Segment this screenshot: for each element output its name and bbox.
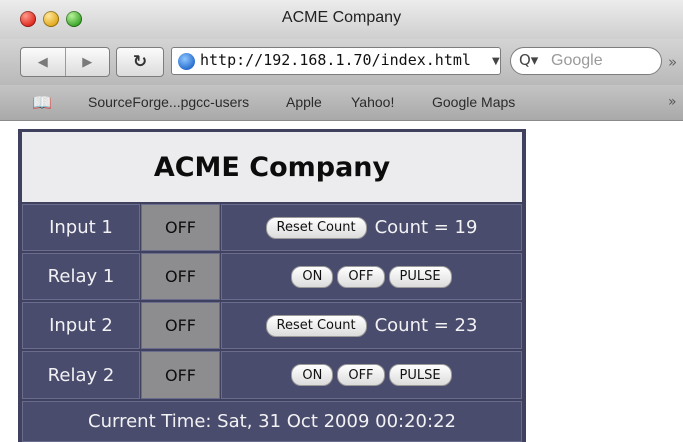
browser-toolbar: ◀ ▶ ↻ http://192.168.1.70/index.html ▼ Q…	[0, 39, 683, 85]
input-2-state: OFF	[141, 302, 220, 349]
input-2-label: Input 2	[22, 302, 140, 349]
input-1-label: Input 1	[22, 204, 140, 251]
reload-button[interactable]: ↻	[116, 47, 164, 77]
relay-2-pulse-button[interactable]: PULSE	[388, 364, 452, 386]
relay-2-off-button[interactable]: OFF	[337, 364, 385, 386]
input-1-count: Count = 19	[374, 217, 478, 238]
reset-count-button[interactable]: Reset Count	[265, 216, 367, 239]
window-titlebar: ACME Company	[0, 0, 683, 39]
bookmark-google-maps[interactable]: Google Maps	[432, 94, 515, 110]
bookmarks-bar: 📖 SourceForge...pgcc-users Apple Yahoo! …	[0, 85, 683, 121]
search-icon: Q▾	[519, 51, 539, 69]
reset-count-button[interactable]: Reset Count	[265, 314, 367, 337]
bookmark-yahoo[interactable]: Yahoo!	[351, 94, 394, 110]
relay-2-on-button[interactable]: ON	[291, 364, 334, 386]
relay-2-state: OFF	[141, 351, 220, 399]
back-arrow-icon: ◀	[37, 54, 48, 70]
relay-1-label: Relay 1	[22, 253, 140, 300]
input-2-count: Count = 23	[374, 315, 478, 336]
page-title: ACME Company	[22, 132, 522, 202]
back-button[interactable]: ◀	[21, 48, 65, 76]
input-1-state: OFF	[141, 204, 220, 251]
bookmarks-book-icon[interactable]: 📖	[32, 93, 52, 112]
search-placeholder: Google	[551, 52, 603, 69]
relay-2-label: Relay 2	[22, 351, 140, 399]
search-input[interactable]: Q▾ Google	[510, 47, 662, 75]
input-2-actions: Reset Count Count = 23	[221, 302, 522, 349]
bookmarks-overflow-icon[interactable]: »	[668, 94, 677, 110]
reload-icon: ↻	[132, 52, 148, 72]
relay-1-pulse-button[interactable]: PULSE	[388, 265, 452, 288]
history-nav: ◀ ▶	[20, 47, 110, 77]
input-1-actions: Reset Count Count = 19	[221, 204, 522, 251]
forward-button[interactable]: ▶	[64, 48, 110, 76]
forward-arrow-icon: ▶	[82, 54, 93, 70]
relay-1-actions: ON OFF PULSE	[221, 253, 522, 300]
toolbar-overflow-icon[interactable]: »	[668, 53, 677, 71]
relay-2-actions: ON OFF PULSE	[221, 351, 522, 399]
relay-1-on-button[interactable]: ON	[291, 265, 334, 288]
url-dropdown-icon[interactable]: ▼	[492, 56, 500, 67]
bookmark-apple[interactable]: Apple	[286, 94, 322, 110]
bookmark-sourceforge[interactable]: SourceForge...pgcc-users	[88, 94, 249, 110]
url-text: http://192.168.1.70/index.html	[200, 51, 471, 69]
relay-1-state: OFF	[141, 253, 220, 300]
current-time: Current Time: Sat, 31 Oct 2009 00:20:22	[22, 401, 522, 442]
control-panel: ACME Company Input 1 OFF Reset Count Cou…	[18, 129, 526, 442]
relay-1-off-button[interactable]: OFF	[337, 265, 385, 288]
address-bar[interactable]: http://192.168.1.70/index.html	[171, 47, 501, 75]
site-globe-icon	[178, 53, 195, 70]
window-title: ACME Company	[281, 9, 402, 26]
